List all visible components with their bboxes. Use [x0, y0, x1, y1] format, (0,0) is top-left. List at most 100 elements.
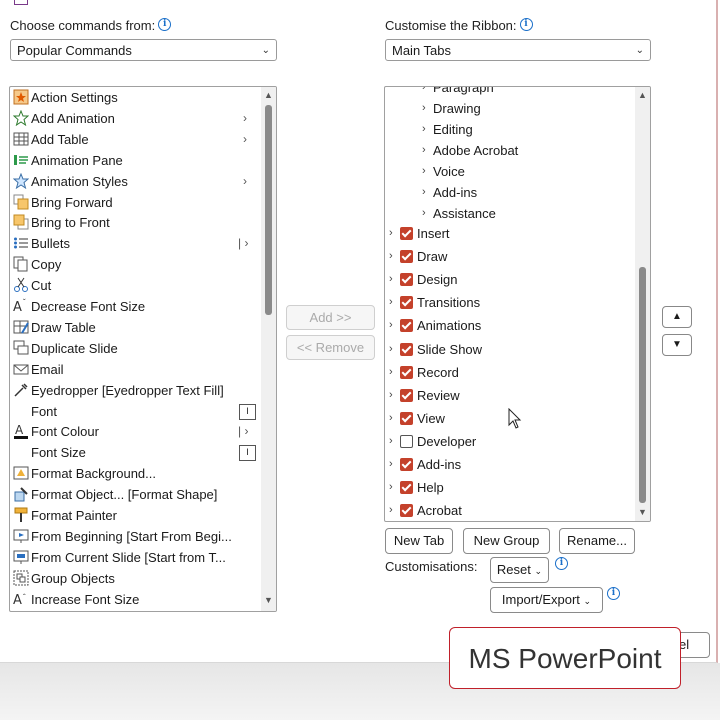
command-list-item[interactable]: Bring Forward	[10, 192, 260, 213]
tab-checkbox[interactable]	[400, 296, 413, 310]
expand-chevron-icon[interactable]: ›	[389, 431, 393, 452]
expand-chevron-icon[interactable]: ›	[422, 98, 426, 119]
tab-checkbox[interactable]	[400, 319, 413, 333]
expand-chevron-icon[interactable]: ›	[389, 500, 393, 521]
command-list-item[interactable]: Format Painter	[10, 505, 260, 526]
ribbon-tab-item[interactable]: › Acrobat	[385, 500, 633, 521]
ribbon-tab-item[interactable]: › Transitions	[385, 292, 633, 313]
command-list-item[interactable]: A ˇ Decrease Font Size	[10, 296, 260, 317]
scroll-up-arrow-icon[interactable]: ▲	[638, 90, 647, 100]
scroll-down-arrow-icon[interactable]: ▼	[638, 507, 647, 517]
commands-scroll-thumb[interactable]	[265, 105, 272, 315]
ribbon-tab-item[interactable]: › Animations	[385, 315, 633, 336]
expand-chevron-icon[interactable]: ›	[389, 362, 393, 383]
expand-chevron-icon[interactable]: ›	[422, 119, 426, 140]
ribbon-scrollbar[interactable]: ▲ ▼	[635, 87, 650, 521]
expand-chevron-icon[interactable]: ›	[422, 161, 426, 182]
expand-chevron-icon[interactable]: ›	[389, 269, 393, 290]
command-list-item[interactable]: Copy	[10, 254, 260, 275]
ribbon-group-item[interactable]: › Voice	[385, 161, 633, 182]
expand-chevron-icon[interactable]: ›	[389, 246, 393, 267]
command-list-item[interactable]: A ˆ Increase Font Size	[10, 589, 260, 610]
new-group-button[interactable]: New Group	[463, 528, 550, 554]
ribbon-group-item[interactable]: › Editing	[385, 119, 633, 140]
move-down-button[interactable]: ▼	[662, 334, 692, 356]
ribbon-tab-item[interactable]: › Record	[385, 362, 633, 383]
command-list-item[interactable]: Font Size I	[10, 442, 260, 463]
tab-checkbox[interactable]	[400, 434, 413, 448]
expand-chevron-icon[interactable]: ›	[422, 182, 426, 203]
add-button[interactable]: Add >>	[286, 305, 375, 330]
tab-checkbox[interactable]	[400, 365, 413, 379]
info-icon[interactable]: i	[158, 18, 172, 31]
remove-button[interactable]: << Remove	[286, 335, 375, 360]
ribbon-tab-item[interactable]: › Help	[385, 477, 633, 498]
ribbon-group-item[interactable]: › Assistance	[385, 203, 633, 224]
rename-button[interactable]: Rename...	[559, 528, 635, 554]
expand-chevron-icon[interactable]: ›	[389, 339, 393, 360]
command-list-item[interactable]: Email	[10, 359, 260, 380]
command-list-item[interactable]: Format Object... [Format Shape]	[10, 484, 260, 505]
command-list-item[interactable]: Bring to Front	[10, 212, 260, 233]
expand-chevron-icon[interactable]: ›	[422, 140, 426, 161]
command-list-item[interactable]: Animation Styles ›	[10, 171, 260, 192]
expand-chevron-icon[interactable]: ›	[422, 87, 426, 98]
tab-checkbox[interactable]	[400, 227, 413, 240]
command-list-item[interactable]: Action Settings	[10, 87, 260, 108]
ribbon-group-item[interactable]: › Drawing	[385, 98, 633, 119]
new-tab-button[interactable]: New Tab	[385, 528, 453, 554]
ribbon-tab-item[interactable]: › Add-ins	[385, 454, 633, 475]
command-list-item[interactable]: From Beginning [Start From Begi...	[10, 526, 260, 547]
tab-checkbox[interactable]	[400, 388, 413, 402]
ribbon-group-item[interactable]: › Paragraph	[385, 87, 633, 98]
tab-checkbox[interactable]	[400, 411, 413, 425]
command-list-item[interactable]: Add Animation ›	[10, 108, 260, 129]
ribbon-tab-item[interactable]: › Draw	[385, 246, 633, 267]
command-list-item[interactable]: Bullets | ›	[10, 233, 260, 254]
choose-commands-dropdown[interactable]: Popular Commands ⌄	[10, 39, 277, 61]
ribbon-tab-item[interactable]: › Review	[385, 385, 633, 406]
info-icon[interactable]: i	[555, 557, 568, 570]
ribbon-group-item[interactable]: › Add-ins	[385, 182, 633, 203]
tab-checkbox[interactable]	[400, 250, 413, 264]
ribbon-tab-item[interactable]: › Insert	[385, 223, 633, 244]
command-list-item[interactable]: From Current Slide [Start from T...	[10, 547, 260, 568]
commands-list[interactable]: Action Settings Add Animation › Add Table › A…	[9, 86, 277, 612]
move-up-button[interactable]: ▲	[662, 306, 692, 328]
command-list-item[interactable]: Group Objects	[10, 568, 260, 589]
reset-dropdown-button[interactable]: Reset ⌄	[490, 557, 549, 583]
scroll-down-arrow-icon[interactable]: ▼	[264, 595, 273, 605]
tab-checkbox[interactable]	[400, 342, 413, 356]
customise-ribbon-dropdown[interactable]: Main Tabs ⌄	[385, 39, 651, 61]
expand-chevron-icon[interactable]: ›	[389, 223, 393, 244]
tab-checkbox[interactable]	[400, 504, 413, 518]
command-list-item[interactable]: A Font Colour | ›	[10, 421, 260, 442]
command-list-item[interactable]: Font I	[10, 401, 260, 422]
command-list-item[interactable]: Cut	[10, 275, 260, 296]
tab-checkbox[interactable]	[400, 481, 413, 495]
scroll-up-arrow-icon[interactable]: ▲	[264, 90, 273, 100]
command-list-item[interactable]: Animation Pane	[10, 150, 260, 171]
command-list-item[interactable]: Add Table ›	[10, 129, 260, 150]
import-export-dropdown-button[interactable]: Import/Export ⌄	[490, 587, 603, 613]
ribbon-tab-item[interactable]: › Slide Show	[385, 339, 633, 360]
ribbon-tab-item[interactable]: › Design	[385, 269, 633, 290]
ribbon-tabs-tree[interactable]: › Paragraph › Drawing › Editing › Adobe Acrobat…	[384, 86, 651, 522]
ribbon-scroll-thumb[interactable]	[639, 267, 646, 503]
command-list-item[interactable]: Eyedropper [Eyedropper Text Fill]	[10, 380, 260, 401]
info-icon[interactable]: i	[607, 587, 620, 600]
expand-chevron-icon[interactable]: ›	[389, 408, 393, 429]
expand-chevron-icon[interactable]: ›	[389, 454, 393, 475]
commands-scrollbar[interactable]: ▲ ▼	[261, 87, 276, 611]
command-list-item[interactable]: Format Background...	[10, 463, 260, 484]
tab-checkbox[interactable]	[400, 273, 413, 287]
command-list-item[interactable]: Draw Table	[10, 317, 260, 338]
command-list-item[interactable]: Duplicate Slide	[10, 338, 260, 359]
expand-chevron-icon[interactable]: ›	[389, 385, 393, 406]
ribbon-group-item[interactable]: › Adobe Acrobat	[385, 140, 633, 161]
expand-chevron-icon[interactable]: ›	[389, 292, 393, 313]
ribbon-tab-item[interactable]: › Developer	[385, 431, 633, 452]
expand-chevron-icon[interactable]: ›	[389, 477, 393, 498]
tab-checkbox[interactable]	[400, 458, 413, 471]
expand-chevron-icon[interactable]: ›	[389, 315, 393, 336]
